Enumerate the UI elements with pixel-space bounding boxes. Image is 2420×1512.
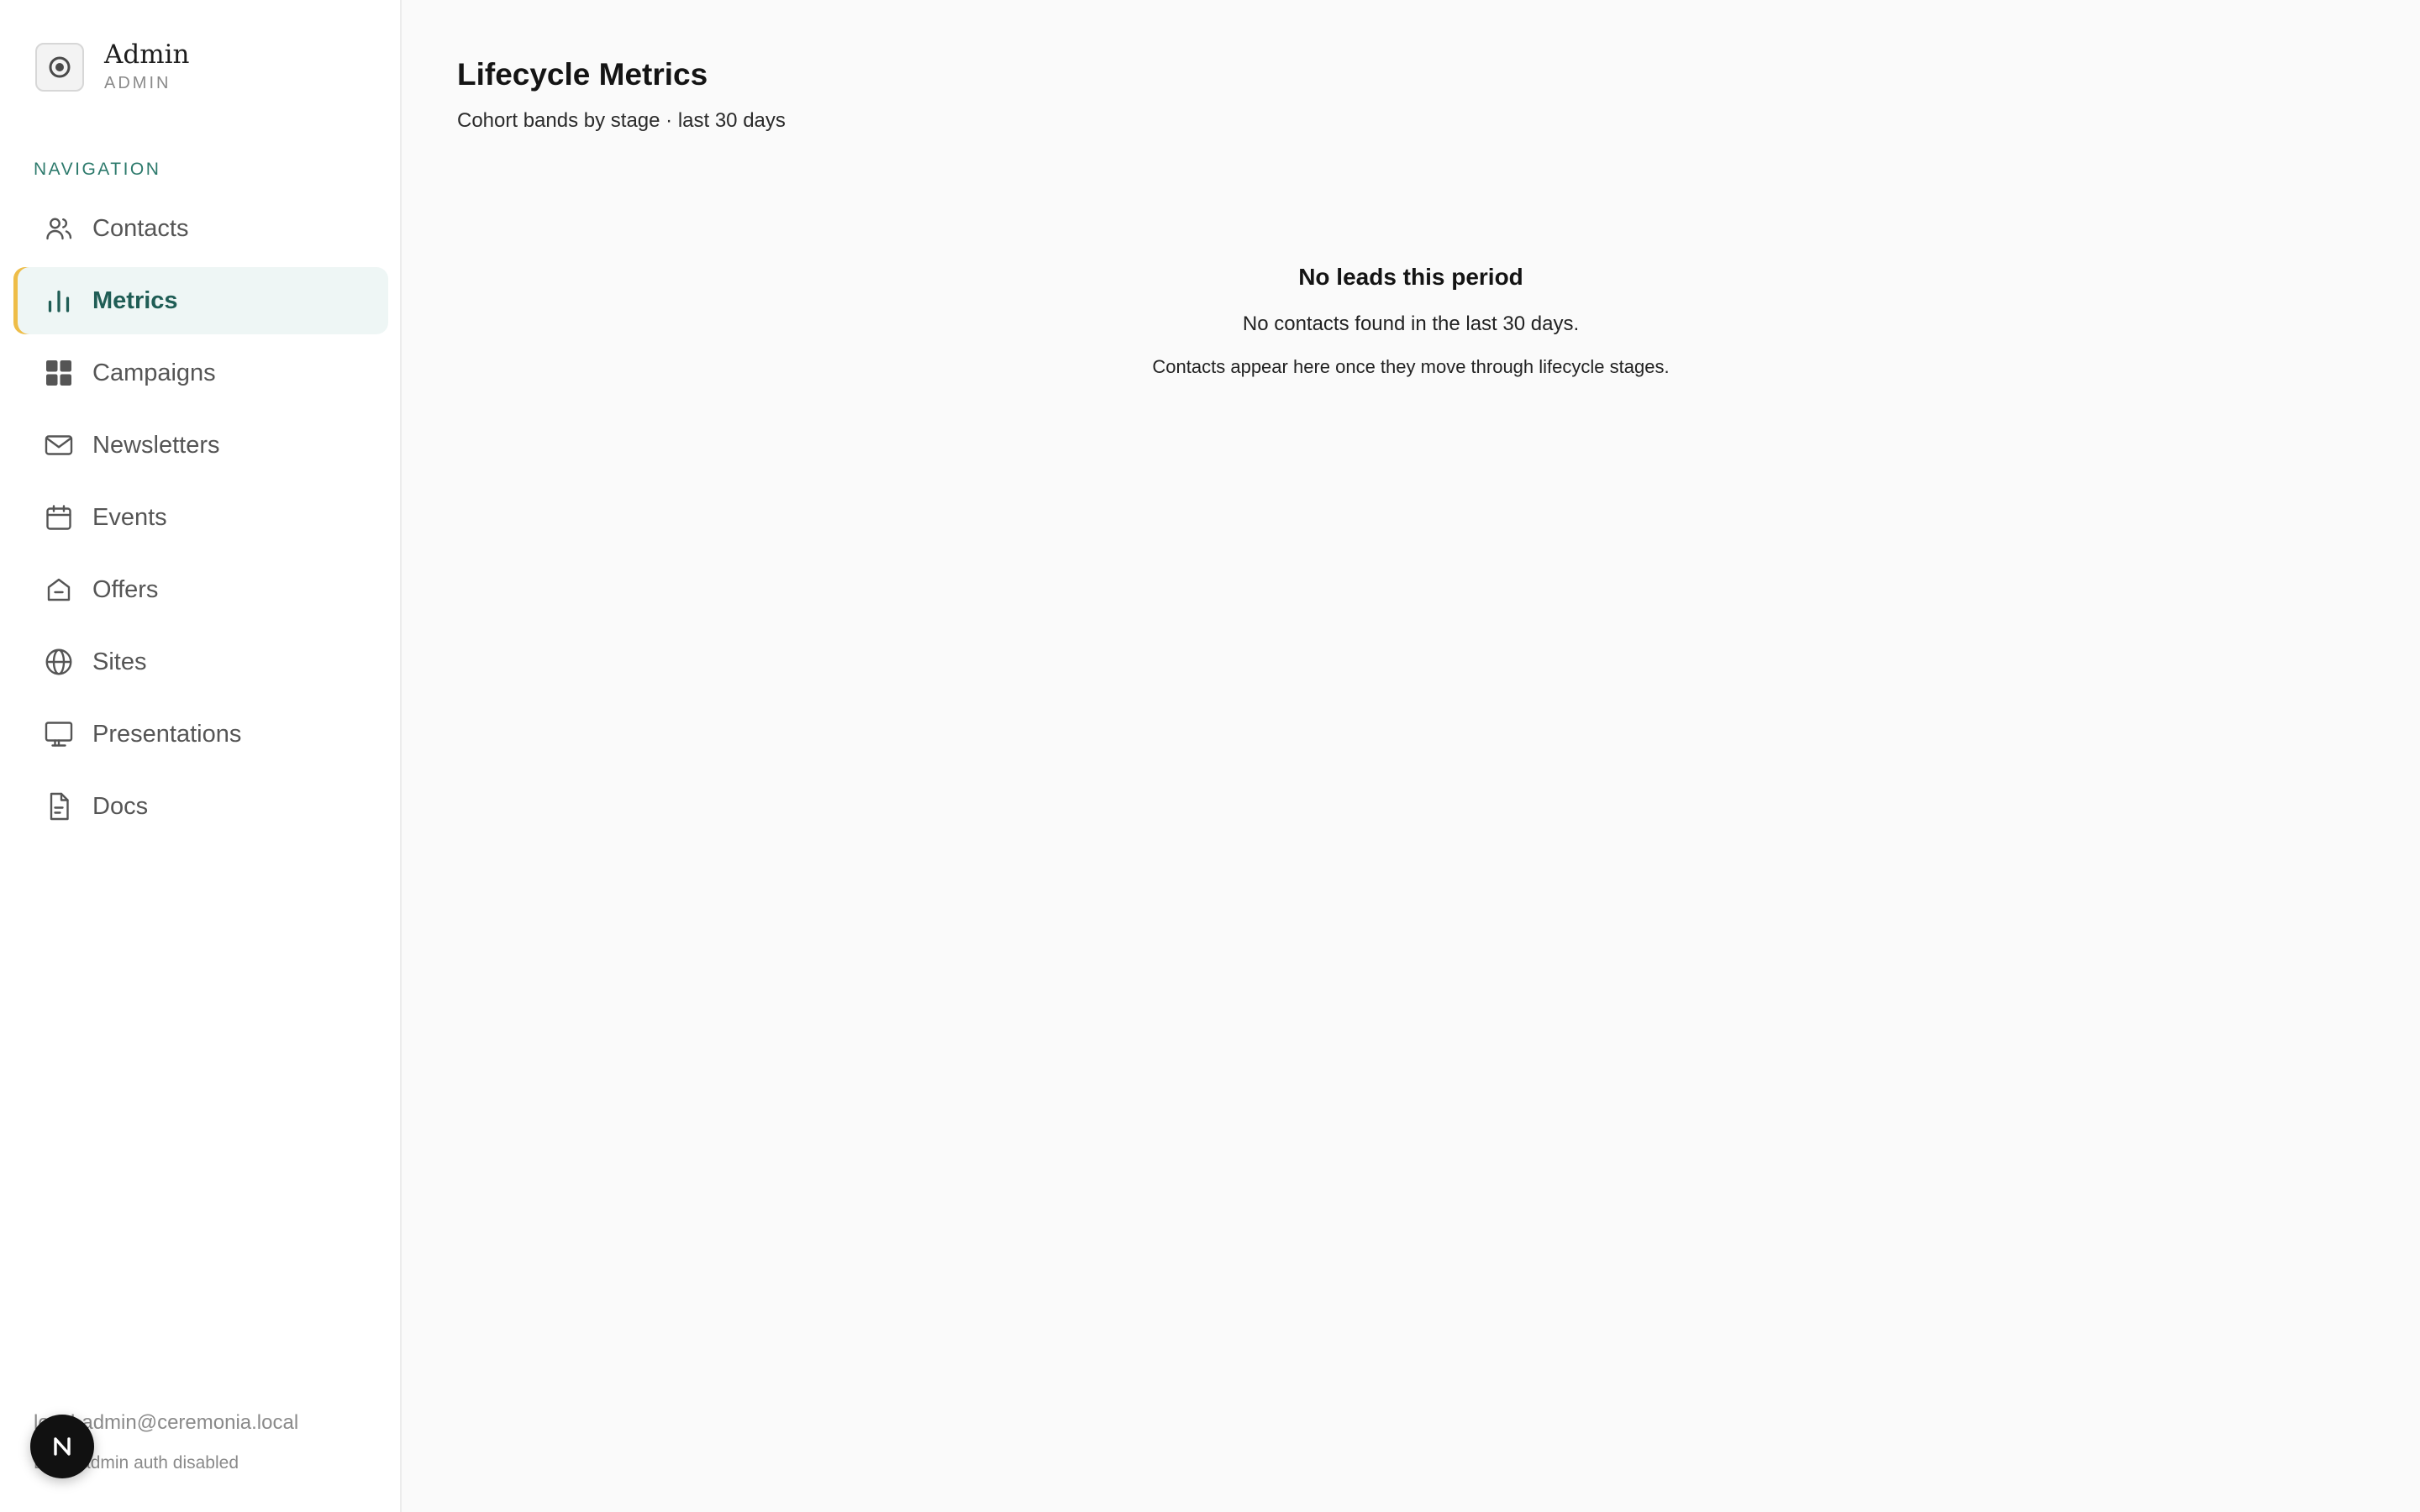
users-icon xyxy=(46,218,72,240)
brand-title: Admin xyxy=(104,39,190,70)
globe-icon xyxy=(45,648,72,675)
page-subtitle: Cohort bands by stage · last 30 days xyxy=(457,109,786,132)
sidebar-item-events[interactable]: Events xyxy=(13,484,388,551)
sidebar-item-offers[interactable]: Offers xyxy=(13,556,388,623)
sidebar-item-label: Offers xyxy=(92,576,159,603)
sidebar-item-label: Presentations xyxy=(92,721,242,748)
n-badge-button[interactable] xyxy=(30,1415,94,1478)
brand[interactable]: Admin ADMIN xyxy=(35,40,190,93)
nav-heading: NAVIGATION xyxy=(34,160,161,179)
sidebar-item-label: Metrics xyxy=(92,287,178,314)
empty-state-title: No leads this period xyxy=(1298,264,1523,290)
sidebar-item-metrics[interactable]: Metrics xyxy=(13,267,388,334)
sidebar-item-sites[interactable]: Sites xyxy=(13,628,388,696)
sidebar: Admin ADMIN NAVIGATION Contacts Metrics xyxy=(0,0,402,1512)
tag-icon xyxy=(47,578,71,601)
n-logo-icon xyxy=(54,1437,71,1456)
empty-state-message: No contacts found in the last 30 days. xyxy=(1242,312,1580,335)
sidebar-item-docs[interactable]: Docs xyxy=(13,773,388,840)
sidebar-item-contacts[interactable]: Contacts xyxy=(13,195,388,262)
grid-icon xyxy=(46,360,71,386)
sidebar-item-label: Newsletters xyxy=(92,432,220,459)
mail-icon xyxy=(45,435,73,455)
empty-state: No leads this period No contacts found i… xyxy=(402,264,2420,378)
brand-logo-icon xyxy=(35,42,84,92)
main-content: Lifecycle Metrics Cohort bands by stage … xyxy=(402,0,2420,1512)
sidebar-item-label: Events xyxy=(92,504,167,531)
sidebar-item-campaigns[interactable]: Campaigns xyxy=(13,339,388,407)
document-icon xyxy=(50,792,69,821)
sidebar-nav: Contacts Metrics Campaigns Newsletters E… xyxy=(13,195,388,845)
empty-state-hint: Contacts appear here once they move thro… xyxy=(1152,356,1670,377)
sidebar-item-label: Campaigns xyxy=(92,360,216,386)
monitor-icon xyxy=(45,722,73,747)
sidebar-item-label: Contacts xyxy=(92,215,189,242)
brand-subtitle: ADMIN xyxy=(104,74,171,92)
sidebar-item-newsletters[interactable]: Newsletters xyxy=(13,412,388,479)
bar-chart-icon xyxy=(48,290,70,312)
sidebar-item-presentations[interactable]: Presentations xyxy=(13,701,388,768)
sidebar-item-label: Docs xyxy=(92,793,149,820)
brand-text: Admin ADMIN xyxy=(104,40,190,93)
page-title: Lifecycle Metrics xyxy=(457,57,708,92)
sidebar-item-label: Sites xyxy=(92,648,147,675)
calendar-icon xyxy=(46,505,71,530)
